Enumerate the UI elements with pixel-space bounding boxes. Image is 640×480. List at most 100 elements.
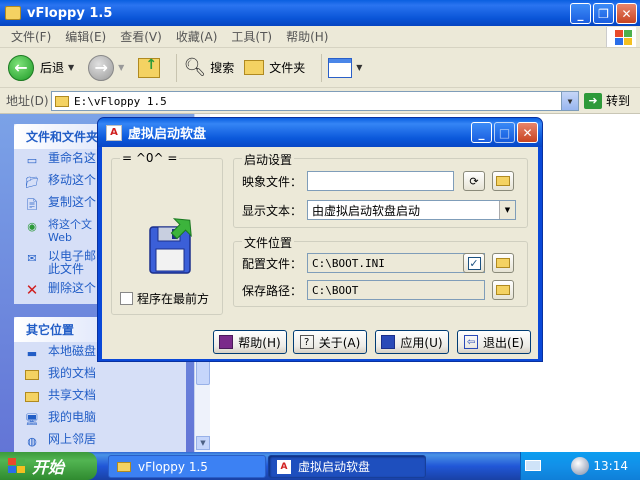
dialog-close-button[interactable]: ✕ bbox=[517, 122, 538, 143]
dialog-minimize-button[interactable]: _ bbox=[471, 122, 492, 143]
place-shared-documents[interactable]: 共享文档 bbox=[14, 386, 186, 408]
scroll-down-icon[interactable]: ▼ bbox=[196, 436, 210, 450]
copy-icon: 📄︎ bbox=[25, 197, 39, 211]
menu-favorites[interactable]: 收藏(A) bbox=[169, 28, 225, 45]
menu-view[interactable]: 查看(V) bbox=[113, 28, 169, 45]
menu-help[interactable]: 帮助(H) bbox=[279, 28, 335, 45]
address-label: 地址(D) bbox=[6, 94, 49, 108]
up-folder-icon: ↑ bbox=[138, 57, 161, 78]
file-location-group: 文件位置 配置文件： C:\BOOT.INI ✓ 保存路径： C:\BOOT bbox=[233, 234, 528, 307]
config-file-input[interactable]: C:\BOOT.INI bbox=[307, 253, 485, 273]
place-my-documents[interactable]: 我的文档 bbox=[14, 364, 186, 386]
disk-icon: ▬ bbox=[26, 346, 38, 360]
clock: 13:14 bbox=[593, 459, 628, 473]
help-book-icon bbox=[219, 335, 234, 349]
vfloppy-dialog: A 虚拟启动软盘 _ □ ✕ = ^0^ = 程序在最前方 启动设置 映象文件：… bbox=[97, 117, 543, 362]
file-location-label: 文件位置 bbox=[242, 234, 295, 251]
forward-button[interactable]: → ▼ bbox=[88, 54, 128, 81]
topmost-checkbox[interactable] bbox=[120, 292, 133, 305]
toolbar: ← 后退 ▼ → ▼ ↑ 🔍︎ 搜索 文件夹 ▼ bbox=[0, 48, 640, 88]
explorer-title: vFloppy 1.5 bbox=[27, 5, 113, 21]
dialog-title: 虚拟启动软盘 bbox=[128, 127, 207, 142]
menu-file[interactable]: 文件(F) bbox=[4, 28, 58, 45]
config-file-check-button[interactable]: ✓ bbox=[463, 253, 485, 273]
image-file-action-button[interactable]: ⟳ bbox=[463, 171, 485, 191]
minimize-button[interactable]: _ bbox=[570, 3, 591, 24]
taskbar-item-vfloppy-dialog[interactable]: A 虚拟启动软盘 bbox=[268, 455, 426, 478]
folder-icon bbox=[55, 95, 69, 107]
dialog-maximize-button[interactable]: □ bbox=[494, 122, 515, 143]
address-input[interactable]: E:\vFloppy 1.5 ▼ bbox=[51, 91, 579, 111]
move-icon: 📁︎ bbox=[25, 175, 39, 189]
folders-button[interactable]: 文件夹 bbox=[244, 59, 305, 76]
dialog-titlebar: A 虚拟启动软盘 _ □ ✕ bbox=[98, 118, 542, 147]
left-group: = ^0^ = 程序在最前方 bbox=[111, 151, 223, 315]
globe-icon: ◉ bbox=[27, 219, 37, 233]
image-file-input[interactable] bbox=[307, 171, 454, 191]
chevron-down-icon[interactable]: ▼ bbox=[118, 63, 124, 72]
forward-arrow-icon: → bbox=[88, 54, 115, 81]
folder-icon bbox=[24, 367, 40, 383]
boot-settings-label: 启动设置 bbox=[242, 151, 295, 168]
config-file-browse-button[interactable] bbox=[492, 253, 514, 273]
back-arrow-icon: ← bbox=[8, 54, 34, 81]
address-bar: 地址(D) E:\vFloppy 1.5 ▼ ➜ 转到 bbox=[0, 88, 640, 114]
go-button[interactable]: ➜ 转到 bbox=[584, 92, 630, 109]
place-network[interactable]: ◍ 网上邻居 bbox=[14, 430, 186, 452]
question-icon: ? bbox=[299, 335, 314, 349]
network-icon: ◍ bbox=[27, 434, 37, 448]
back-button[interactable]: ← 后退 ▼ bbox=[8, 54, 78, 81]
topmost-checkbox-row[interactable]: 程序在最前方 bbox=[120, 290, 209, 307]
windows-logo-icon bbox=[8, 458, 26, 474]
back-label: 后退 bbox=[40, 61, 65, 75]
place-my-computer[interactable]: 🖥︎ 我的电脑 bbox=[14, 408, 186, 430]
delete-icon: ✕ bbox=[25, 280, 39, 299]
go-arrow-icon: ➜ bbox=[584, 92, 602, 109]
start-button[interactable]: 开始 bbox=[0, 452, 97, 480]
apply-button[interactable]: 应用(U) bbox=[375, 330, 449, 354]
menu-edit[interactable]: 编辑(E) bbox=[58, 28, 113, 45]
save-path-browse-button[interactable] bbox=[492, 280, 514, 300]
save-path-label: 保存路径： bbox=[242, 284, 303, 298]
app-icon: A bbox=[277, 459, 291, 474]
folder-icon bbox=[117, 461, 131, 472]
image-file-browse-button[interactable] bbox=[492, 171, 514, 191]
scrollbar-thumb[interactable] bbox=[196, 359, 210, 385]
start-label: 开始 bbox=[32, 458, 65, 477]
help-button[interactable]: 帮助(H) bbox=[213, 330, 287, 354]
image-file-label: 映象文件： bbox=[242, 175, 303, 189]
views-button[interactable]: ▼ bbox=[328, 57, 366, 78]
folder-icon bbox=[496, 258, 510, 268]
display-text-select[interactable]: 由虚拟启动软盘启动 ▼ bbox=[307, 200, 516, 220]
search-label: 搜索 bbox=[210, 61, 235, 75]
search-icon: 🔍︎ bbox=[183, 57, 207, 78]
menu-tools[interactable]: 工具(T) bbox=[224, 28, 279, 45]
windows-logo-icon bbox=[606, 27, 636, 47]
save-disk-icon bbox=[381, 335, 396, 349]
up-folder-button[interactable]: ↑ bbox=[138, 57, 161, 78]
save-path-input[interactable]: C:\BOOT bbox=[307, 280, 485, 300]
dialog-body: = ^0^ = 程序在最前方 启动设置 映象文件： ⟳ 显示文本： 由虚拟启动软… bbox=[102, 147, 538, 359]
close-button[interactable]: ✕ bbox=[616, 3, 637, 24]
views-icon bbox=[328, 57, 353, 78]
boot-settings-group: 启动设置 映象文件： ⟳ 显示文本： 由虚拟启动软盘启动 ▼ bbox=[233, 151, 528, 228]
display-text-label: 显示文本： bbox=[242, 204, 303, 218]
system-tray: 13:14 bbox=[520, 452, 640, 480]
folder-icon bbox=[496, 176, 510, 186]
exit-button[interactable]: ⇦ 退出(E) bbox=[457, 330, 531, 354]
search-button[interactable]: 🔍︎ 搜索 bbox=[183, 57, 234, 78]
maximize-button[interactable]: ❐ bbox=[593, 3, 614, 24]
chevron-down-icon[interactable]: ▼ bbox=[561, 92, 578, 110]
chevron-down-icon[interactable]: ▼ bbox=[499, 201, 515, 219]
toolbar-divider bbox=[176, 53, 178, 82]
chevron-down-icon[interactable]: ▼ bbox=[68, 63, 74, 72]
taskbar-item-vfloppy-folder[interactable]: vFloppy 1.5 bbox=[108, 455, 266, 478]
about-button[interactable]: ? 关于(A) bbox=[293, 330, 367, 354]
app-icon: A bbox=[106, 124, 122, 141]
menu-bar: 文件(F) 编辑(E) 查看(V) 收藏(A) 工具(T) 帮助(H) bbox=[0, 26, 640, 48]
folder-icon bbox=[5, 6, 21, 20]
refresh-icon: ⟳ bbox=[469, 174, 479, 188]
tray-app-icon[interactable] bbox=[571, 457, 589, 475]
floppy-disk-icon bbox=[149, 218, 192, 274]
keyboard-icon[interactable] bbox=[525, 460, 541, 471]
